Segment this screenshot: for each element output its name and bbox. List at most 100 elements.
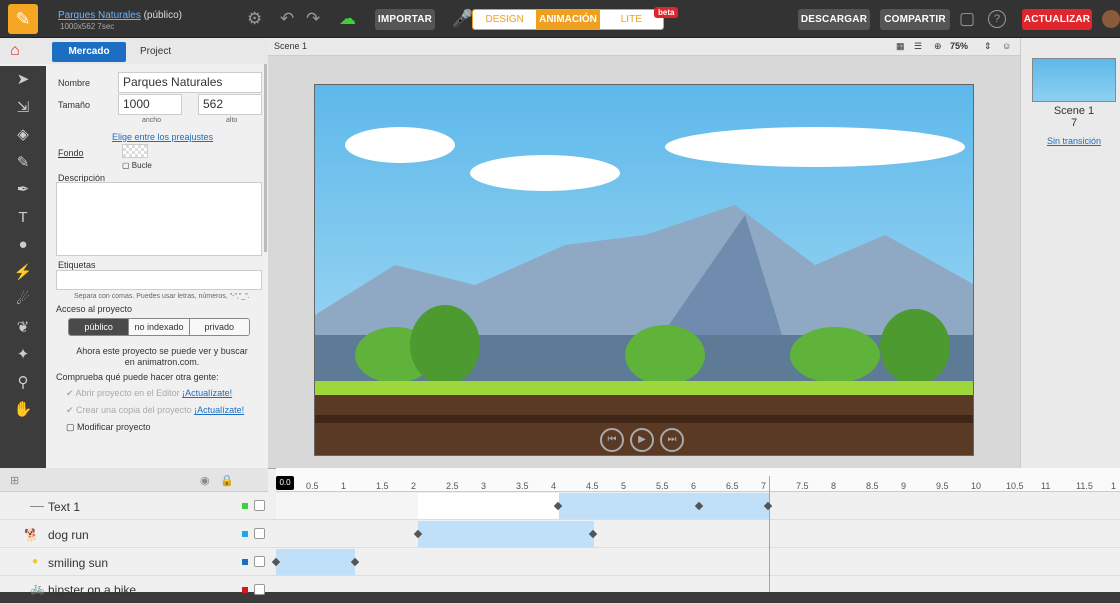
layer-name[interactable]: Text 1 — [48, 500, 80, 514]
perm-copy-update-link[interactable]: ¡Actualízate! — [194, 405, 244, 415]
tags-hint: Separa con comas. Puedes usar letras, nú… — [74, 293, 250, 300]
project-form: Nombre Parques Naturales Tamaño 1000 562… — [56, 64, 266, 468]
align-icon[interactable]: ☰ — [914, 41, 922, 52]
tab-market[interactable]: Mercado — [52, 42, 126, 62]
subselect-arrow-icon[interactable]: ⇲ — [0, 94, 46, 122]
paint-bucket-icon[interactable]: ◈ — [0, 121, 46, 149]
mode-animation-button[interactable]: ANIMACIÓN — [536, 10, 600, 29]
market-icon[interactable]: ⌂ — [10, 42, 20, 60]
undo-icon[interactable]: ↶ — [280, 8, 294, 30]
bike-thumbnail-icon: 🚲 — [30, 581, 45, 595]
presets-link[interactable]: Elige entre los preajustes — [112, 132, 213, 142]
layer-options-icon[interactable] — [254, 528, 265, 539]
layer-color-swatch[interactable] — [242, 559, 248, 565]
panel-toggle-icon[interactable]: ▢ — [959, 8, 975, 30]
settings-gear-icon[interactable]: ⚙ — [247, 8, 262, 30]
redo-icon[interactable]: ↷ — [306, 8, 320, 30]
rewind-icon[interactable]: ⏮ — [600, 428, 624, 452]
timeline-tick-label: 7.5 — [796, 481, 809, 491]
layer-row[interactable]: ● smiling sun — [0, 549, 1120, 576]
transition-link[interactable]: Sin transición — [1030, 136, 1118, 146]
access-private-button[interactable]: privado — [189, 319, 249, 335]
timeline-tick-label: 11 — [1041, 481, 1051, 491]
play-icon[interactable]: ▶ — [630, 428, 654, 452]
width-input[interactable]: 1000 — [118, 94, 182, 115]
zoom-level[interactable]: 75% — [950, 41, 968, 51]
description-textarea[interactable] — [56, 182, 262, 256]
zoom-icon[interactable]: ⚲ — [0, 369, 46, 397]
text-tool-icon[interactable]: T — [0, 204, 46, 232]
timeline-tick-label: 1 — [341, 481, 347, 491]
timeline-tick-label: 1 — [1111, 481, 1117, 491]
layer-options-icon[interactable] — [254, 500, 265, 511]
loop-checkbox[interactable]: ▢ Bucle — [122, 161, 152, 170]
help-button[interactable]: ? — [988, 10, 1006, 28]
share-button[interactable]: COMPARTIR — [880, 9, 950, 30]
brush-icon[interactable]: ❦ — [0, 314, 46, 342]
name-input[interactable]: Parques Naturales — [118, 72, 262, 93]
select-arrow-icon[interactable]: ➤ — [0, 66, 46, 94]
layer-row[interactable]: 🚲 hipster on a bike — [0, 577, 1120, 604]
shape-circle-icon[interactable]: ● — [0, 231, 46, 259]
background-color-swatch[interactable] — [122, 144, 148, 158]
layer-bar — [559, 493, 769, 519]
flash-icon[interactable]: ⚡ — [0, 259, 46, 287]
mode-design-button[interactable]: DESIGN — [473, 10, 537, 29]
layer-color-swatch[interactable] — [242, 531, 248, 537]
zoom-stepper-icon[interactable]: ⇕ — [984, 41, 992, 52]
timeline-tick-label: 3 — [481, 481, 487, 491]
beta-badge: beta — [654, 7, 679, 18]
add-layer-icon[interactable]: ⊞ — [10, 474, 19, 487]
download-button[interactable]: DESCARGAR — [798, 9, 870, 30]
timeline-ruler[interactable]: 0.5 1 1.5 2 2.5 3 3.5 4 4.5 5 5.5 6 6.5 7 7.5 8 8.5 9 9.5 1… — [276, 468, 1120, 492]
forward-icon[interactable]: ⏭ — [660, 428, 684, 452]
zoom-icon-small[interactable]: ⊕ — [934, 41, 942, 52]
lock-icon[interactable]: 🔒 — [220, 474, 234, 487]
user-avatar[interactable] — [1102, 10, 1120, 28]
project-visibility: (público) — [140, 10, 182, 21]
scene-thumbnail[interactable] — [1032, 58, 1116, 102]
layer-name[interactable]: smiling sun — [48, 556, 108, 570]
perm-modify-checkbox[interactable]: ▢ Modificar proyecto — [66, 422, 151, 433]
perm-copy-checkbox[interactable]: ✔ Crear una copia del proyecto ¡Actualíz… — [66, 405, 244, 416]
timeline-tick-label: 6.5 — [726, 481, 739, 491]
current-time-indicator[interactable]: 0.0 — [276, 476, 294, 490]
perm-copy-label: Crear una copia del proyecto — [76, 405, 192, 415]
layer-options-icon[interactable] — [254, 584, 265, 595]
cloud-upload-icon[interactable]: ☁ — [339, 8, 356, 30]
pen-icon[interactable]: ✒ — [0, 176, 46, 204]
access-unindexed-button[interactable]: no indexado — [129, 319, 190, 335]
layout-icon[interactable]: ▦ — [896, 41, 905, 52]
project-name-link[interactable]: Parques Naturales — [58, 10, 141, 21]
pencil-icon[interactable]: ✎ — [0, 149, 46, 177]
layer-row[interactable]: 🐕 dog run — [0, 521, 1120, 548]
scene-tab[interactable]: Scene 1 — [274, 41, 307, 51]
hand-tool-icon[interactable]: ✋ — [0, 396, 46, 424]
layer-name[interactable]: dog run — [48, 528, 89, 542]
timeline-tick-label: 8.5 — [866, 481, 879, 491]
layer-color-swatch[interactable] — [242, 587, 248, 593]
import-button[interactable]: IMPORTAR — [375, 9, 435, 30]
perm-open-checkbox[interactable]: ✔ Abrir proyecto en el Editor ¡Actualíza… — [66, 388, 232, 399]
tags-input[interactable] — [56, 270, 262, 290]
layer-color-swatch[interactable] — [242, 503, 248, 509]
end-time-marker[interactable] — [769, 476, 770, 592]
tab-project[interactable]: Project — [140, 42, 180, 62]
timeline-tick-label: 2.5 — [446, 481, 459, 491]
height-input[interactable]: 562 — [198, 94, 262, 115]
app-logo-icon[interactable]: ✎ — [8, 4, 38, 34]
update-button[interactable]: ACTUALIZAR — [1022, 9, 1092, 30]
panel-scrollbar[interactable] — [264, 64, 267, 252]
comment-icon[interactable]: ☺ — [1002, 41, 1011, 51]
perm-open-update-link[interactable]: ¡Actualízate! — [182, 388, 232, 398]
canvas[interactable] — [314, 84, 974, 456]
visibility-eye-icon[interactable]: ◉ — [200, 474, 210, 487]
layer-line-icon — [30, 506, 44, 507]
access-public-button[interactable]: público — [69, 319, 130, 335]
perm-open-label: Abrir proyecto en el Editor — [75, 388, 180, 398]
layer-name[interactable]: hipster on a bike — [48, 583, 136, 597]
layer-options-icon[interactable] — [254, 556, 265, 567]
eye-dropper-icon[interactable]: ☄ — [0, 286, 46, 314]
puppet-bone-icon[interactable]: ✦ — [0, 341, 46, 369]
microphone-icon[interactable]: 🎤 — [452, 8, 473, 30]
